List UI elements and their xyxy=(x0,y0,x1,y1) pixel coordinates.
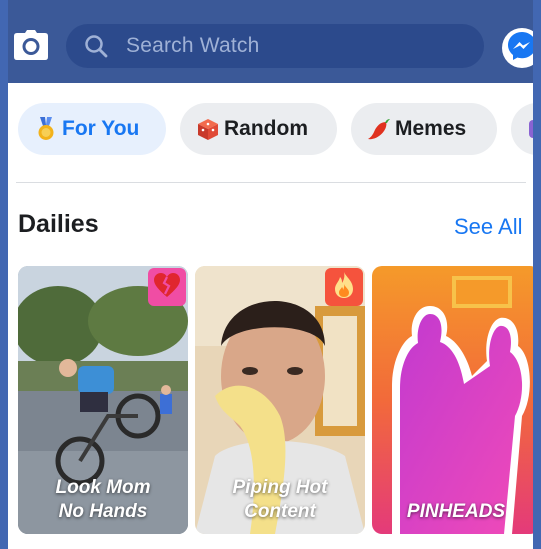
medal-icon xyxy=(34,117,58,141)
broken-heart-icon xyxy=(153,272,181,303)
badge xyxy=(325,268,363,306)
messenger-button[interactable] xyxy=(502,28,533,68)
chip-label: For You xyxy=(62,117,140,140)
chip-label: Memes xyxy=(395,117,467,140)
chili-pepper-icon xyxy=(367,117,391,141)
section-title-dailies: Dailies xyxy=(18,210,99,238)
search-placeholder: Search Watch xyxy=(126,34,260,57)
fire-icon xyxy=(332,271,356,304)
card-title: PINHEADS xyxy=(406,501,506,522)
section-divider xyxy=(16,182,526,183)
cube-icon xyxy=(196,117,220,141)
camera-icon xyxy=(14,29,48,65)
search-icon xyxy=(84,33,110,59)
chip-random[interactable]: Random xyxy=(180,103,337,155)
daily-card[interactable]: PINHEADS xyxy=(372,266,533,534)
search-input[interactable]: Search Watch xyxy=(66,24,484,68)
card-title: Look Mom No Hands xyxy=(55,477,151,522)
see-all-link[interactable]: See All xyxy=(454,214,523,240)
messenger-icon xyxy=(506,30,533,67)
category-icon xyxy=(525,117,533,141)
card-title: Piping Hot Content xyxy=(232,477,328,522)
daily-card[interactable]: Piping Hot Content xyxy=(195,266,365,534)
chip-memes[interactable]: Memes xyxy=(351,103,497,155)
chip-for-you[interactable]: For You xyxy=(18,103,166,155)
video-thumbnail xyxy=(372,266,533,534)
chip-partial[interactable] xyxy=(511,103,533,155)
badge xyxy=(148,268,186,306)
category-chips: For You Random Memes xyxy=(8,103,533,159)
daily-card[interactable]: Look Mom No Hands xyxy=(18,266,188,534)
chip-label: Random xyxy=(224,117,308,140)
camera-button[interactable] xyxy=(12,29,50,65)
watch-screen: Search Watch For You Random Memes Dailie… xyxy=(8,0,533,549)
top-bar: Search Watch xyxy=(8,0,533,83)
